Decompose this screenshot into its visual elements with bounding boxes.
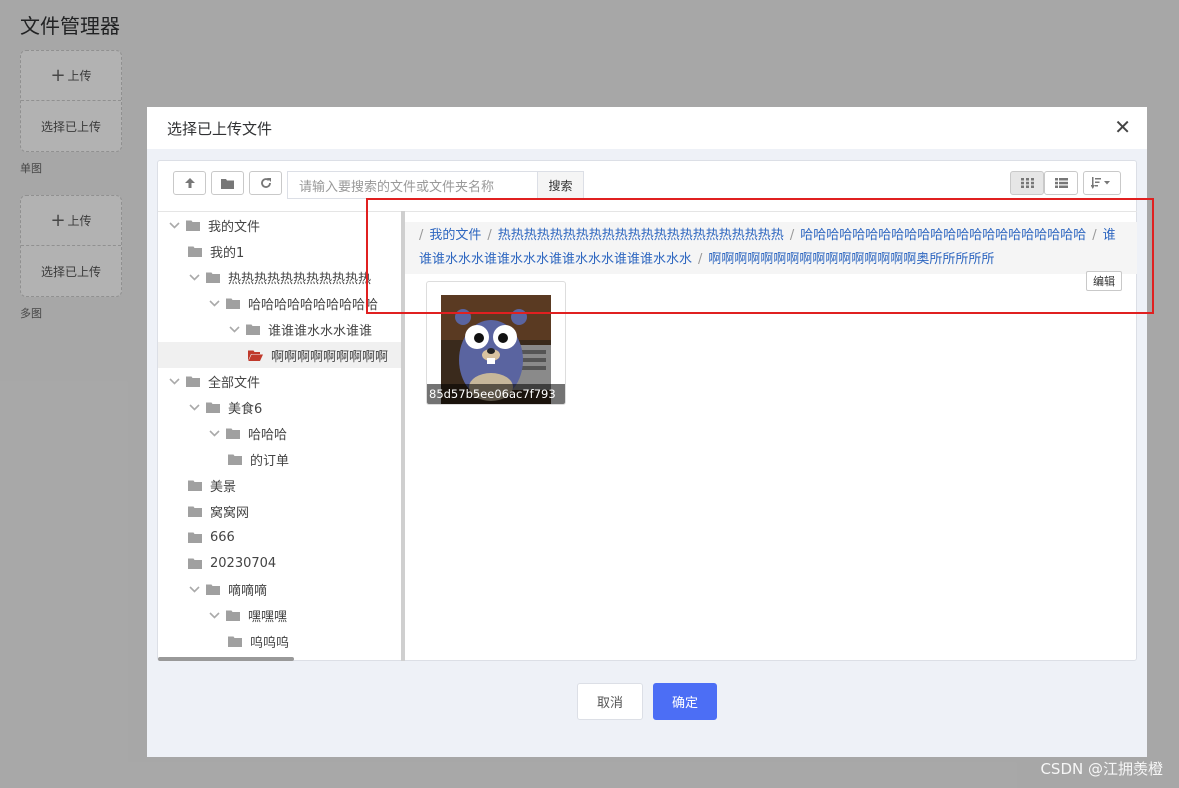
tree-node[interactable]: 全部文件	[158, 368, 402, 394]
sort-icon	[1091, 177, 1110, 189]
folder-icon	[186, 220, 200, 231]
tree-node-label: 我的1	[210, 245, 245, 261]
folder-icon	[188, 558, 202, 569]
tree-node[interactable]: 嘀嘀嘀	[158, 576, 402, 602]
chevron-down-icon[interactable]	[208, 611, 220, 619]
new-folder-button[interactable]	[211, 171, 244, 195]
grid-icon	[1020, 178, 1034, 188]
annotation-highlight-box	[366, 198, 1154, 314]
folder-icon	[226, 610, 240, 621]
tree-node-label: 啊啊啊啊啊啊啊啊啊	[271, 349, 389, 365]
tree-node-label: 美食6	[228, 401, 263, 417]
folder-icon	[228, 636, 242, 647]
tree-node[interactable]: 嘿嘿嘿	[158, 602, 402, 628]
tree-node-label: 哈哈哈	[248, 427, 288, 443]
chevron-down-icon[interactable]	[188, 585, 200, 593]
tree-node-label: 哈哈哈哈哈哈哈哈哈哈	[248, 297, 379, 313]
chevron-down-icon[interactable]	[228, 325, 240, 333]
tree-node-label: 嘿嘿嘿	[248, 609, 288, 625]
tree-node-label: 谁谁谁水水水谁谁	[268, 323, 373, 339]
folder-icon	[221, 178, 234, 189]
tree-node[interactable]: 666	[158, 524, 402, 550]
folder-icon	[188, 532, 202, 543]
watermark: CSDN @江拥羡橙	[1040, 760, 1163, 778]
tree-node[interactable]: 美景	[158, 472, 402, 498]
grid-view-button[interactable]	[1010, 171, 1044, 195]
cancel-button[interactable]: 取消	[577, 683, 643, 720]
tree-node-label: 666	[210, 529, 235, 545]
list-view-button[interactable]	[1044, 171, 1078, 195]
refresh-icon	[260, 178, 271, 188]
chevron-down-icon[interactable]	[188, 403, 200, 411]
file-name: 85d57b5ee06ac7f793	[427, 384, 565, 404]
list-icon	[1054, 178, 1068, 188]
folder-icon	[188, 246, 202, 257]
folder-icon	[188, 506, 202, 517]
chevron-down-icon[interactable]	[168, 221, 180, 229]
folder-icon	[206, 584, 220, 595]
chevron-down-icon[interactable]	[208, 299, 220, 307]
tree-node-label: 我的文件	[208, 219, 261, 235]
tree-node-label: 美景	[210, 479, 237, 495]
confirm-button[interactable]: 确定	[653, 683, 717, 720]
tree-node[interactable]: 20230704	[158, 550, 402, 576]
tree-horizontal-scrollbar[interactable]	[158, 657, 294, 661]
tree-node[interactable]: 谁谁谁水水水谁谁	[158, 316, 402, 342]
tree-node-active[interactable]: 啊啊啊啊啊啊啊啊啊	[158, 342, 402, 368]
tree-node-label: 的订单	[250, 453, 290, 469]
tree-node-label: 热热热热热热热热热热热	[228, 271, 372, 287]
folder-icon	[206, 402, 220, 413]
folder-icon	[228, 454, 242, 465]
tree-node[interactable]: 哈哈哈	[158, 420, 402, 446]
folder-icon	[206, 272, 220, 283]
chevron-down-icon[interactable]	[168, 377, 180, 385]
folder-icon	[246, 324, 260, 335]
tree-node-label: 全部文件	[208, 375, 261, 391]
search-button[interactable]: 搜索	[537, 171, 584, 199]
tree-node-label: 20230704	[210, 555, 277, 571]
tree-node[interactable]: 美食6	[158, 394, 402, 420]
tree-node[interactable]: 呜呜呜	[158, 628, 402, 654]
parent-folder-button[interactable]	[173, 171, 206, 195]
dialog-header: 选择已上传文件 ✕	[147, 107, 1147, 149]
dialog-title: 选择已上传文件	[167, 119, 273, 138]
chevron-down-icon[interactable]	[208, 429, 220, 437]
arrow-up-icon	[184, 178, 195, 188]
tree-node-label: 呜呜呜	[250, 635, 290, 651]
tree-node[interactable]: 的订单	[158, 446, 402, 472]
refresh-button[interactable]	[249, 171, 282, 195]
folder-icon	[186, 376, 200, 387]
chevron-down-icon[interactable]	[188, 273, 200, 281]
folder-icon	[226, 298, 240, 309]
folder-open-icon	[248, 350, 263, 361]
folder-icon	[188, 480, 202, 491]
tree-node-label: 窝窝网	[210, 505, 250, 521]
folder-icon	[226, 428, 240, 439]
close-icon[interactable]: ✕	[1114, 117, 1131, 137]
tree-node[interactable]: 窝窝网	[158, 498, 402, 524]
sort-dropdown[interactable]	[1083, 171, 1121, 195]
search-input[interactable]: 请输入要搜索的文件或文件夹名称	[287, 171, 537, 199]
tree-node-label: 嘀嘀嘀	[228, 583, 268, 599]
